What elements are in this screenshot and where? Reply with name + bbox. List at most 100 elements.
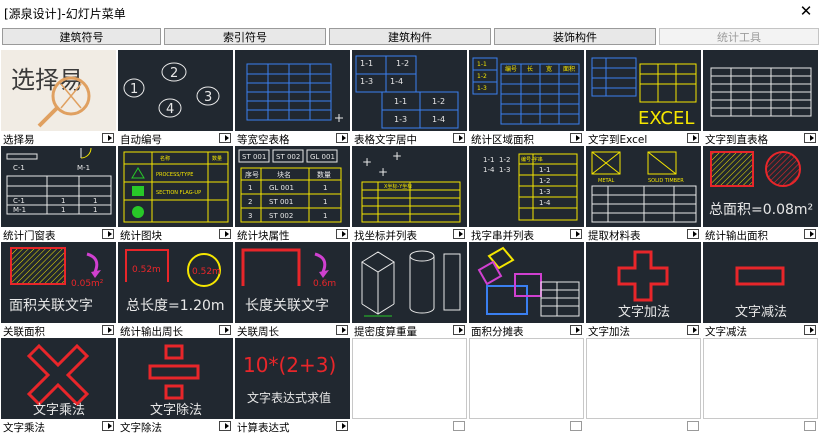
svg-text:+: + bbox=[392, 149, 402, 163]
open-slide-icon[interactable] bbox=[453, 325, 465, 335]
svg-text:3: 3 bbox=[248, 212, 252, 220]
tab-index-symbols[interactable]: 索引符号 bbox=[164, 28, 326, 45]
open-slide-icon[interactable] bbox=[102, 133, 114, 143]
slide-grid: 选择易 选择易 2 1 3 4 自动编号 等宽空表格 1-1 1-2 1-3 1… bbox=[0, 50, 821, 434]
empty-slide bbox=[586, 338, 701, 419]
slide-text-to-table[interactable]: 文字到直表格 bbox=[703, 50, 820, 146]
svg-text:1-4: 1-4 bbox=[432, 115, 445, 124]
open-slide-icon[interactable] bbox=[453, 229, 465, 239]
svg-text:1: 1 bbox=[323, 212, 327, 220]
slide-statistic-area[interactable]: 编号 长 宽 面积 1-1 1-2 1-3 统计区域面积 bbox=[469, 50, 586, 146]
svg-text:0.6m: 0.6m bbox=[313, 279, 336, 289]
slide-area-share[interactable]: 面积分摊表 bbox=[469, 242, 586, 338]
slide-string-list[interactable]: 1-1 1-2 1-4 1-3 编号-字串 1-1 1-2 1-3 1-4 找字… bbox=[469, 146, 586, 242]
svg-text:1: 1 bbox=[323, 184, 327, 192]
slide-text-add[interactable]: 文字加法 文字加法 bbox=[586, 242, 703, 338]
slide-material-table[interactable]: METAL SOLID TIMBER 提取材料表 bbox=[586, 146, 703, 242]
slide-label: 找坐标并列表 bbox=[354, 230, 417, 242]
slide-linked-area[interactable]: 0.05m² 面积关联文字 关联面积 bbox=[1, 242, 118, 338]
svg-text:长: 长 bbox=[527, 65, 533, 73]
slide-equal-width-table[interactable]: 等宽空表格 bbox=[235, 50, 352, 146]
open-slide-icon[interactable] bbox=[570, 229, 582, 239]
svg-text:C-1: C-1 bbox=[13, 197, 25, 205]
slide-label: 文字加法 bbox=[588, 326, 630, 338]
slide-label: 选择易 bbox=[3, 134, 35, 146]
svg-text:SOLID TIMBER: SOLID TIMBER bbox=[648, 178, 684, 184]
open-slide-icon[interactable] bbox=[219, 133, 231, 143]
open-slide-icon[interactable] bbox=[102, 229, 114, 239]
slide-label: 文字到直表格 bbox=[705, 134, 768, 146]
svg-text:面积: 面积 bbox=[563, 65, 575, 73]
svg-text:1-1: 1-1 bbox=[483, 156, 494, 164]
open-slide-icon[interactable] bbox=[687, 229, 699, 239]
slide-empty bbox=[586, 338, 703, 434]
slide-door-window-table[interactable]: C-1 M-1 C-1 M-1 1 1 1 1 统计门窗表 bbox=[1, 146, 118, 242]
slide-label: 关联面积 bbox=[3, 326, 45, 338]
slide-label: 文字减法 bbox=[705, 326, 747, 338]
slide-expression[interactable]: 10*(2+3) 文字表达式求值 计算表达式 bbox=[235, 338, 352, 434]
open-slide-icon[interactable] bbox=[336, 421, 348, 431]
svg-text:宽: 宽 bbox=[546, 65, 552, 73]
svg-text:数量: 数量 bbox=[212, 155, 222, 162]
svg-text:总面积=0.08m²: 总面积=0.08m² bbox=[709, 202, 813, 218]
tab-building-components[interactable]: 建筑构件 bbox=[329, 28, 491, 45]
svg-text:1-3: 1-3 bbox=[360, 77, 373, 86]
svg-text:1-1: 1-1 bbox=[360, 59, 373, 68]
slide-label: 统计区域面积 bbox=[471, 134, 534, 146]
slide-block-attribute[interactable]: ST 001 ST 002 GL 001 序号 块名 数量 1 2 3 GL 0… bbox=[235, 146, 352, 242]
tab-statistics-tools: 统计工具 bbox=[659, 28, 819, 45]
empty-slide bbox=[469, 338, 584, 419]
open-slide-icon[interactable] bbox=[336, 325, 348, 335]
svg-text:SECTION FLAG-UP: SECTION FLAG-UP bbox=[156, 190, 201, 196]
slide-area-output[interactable]: 总面积=0.08m² 统计输出面积 bbox=[703, 146, 820, 242]
open-slide-icon[interactable] bbox=[687, 133, 699, 143]
open-slide-icon[interactable] bbox=[102, 325, 114, 335]
open-slide-icon[interactable] bbox=[687, 325, 699, 335]
blank-slot-icon bbox=[687, 421, 699, 431]
open-slide-icon[interactable] bbox=[219, 325, 231, 335]
slide-select-easy[interactable]: 选择易 选择易 bbox=[1, 50, 118, 146]
material-table-icon: METAL SOLID TIMBER bbox=[586, 146, 701, 227]
svg-text:1-2: 1-2 bbox=[539, 177, 550, 185]
open-slide-icon[interactable] bbox=[336, 133, 348, 143]
multiply-icon: 文字乘法 bbox=[1, 338, 116, 419]
open-slide-icon[interactable] bbox=[336, 229, 348, 239]
slide-text-subtract[interactable]: 文字减法 文字减法 bbox=[703, 242, 820, 338]
slide-empty bbox=[703, 338, 820, 434]
open-slide-icon[interactable] bbox=[453, 133, 465, 143]
svg-text:总长度=1.20m: 总长度=1.20m bbox=[126, 298, 225, 314]
svg-text:面积关联文字: 面积关联文字 bbox=[9, 298, 93, 314]
svg-text:GL 001: GL 001 bbox=[310, 153, 335, 161]
open-slide-icon[interactable] bbox=[219, 229, 231, 239]
open-slide-icon[interactable] bbox=[804, 229, 816, 239]
open-slide-icon[interactable] bbox=[570, 325, 582, 335]
slide-auto-number[interactable]: 2 1 3 4 自动编号 bbox=[118, 50, 235, 146]
slide-text-to-excel[interactable]: EXCEL 文字到Excel bbox=[586, 50, 703, 146]
open-slide-icon[interactable] bbox=[804, 325, 816, 335]
open-slide-icon[interactable] bbox=[570, 133, 582, 143]
slide-linked-length[interactable]: 0.6m 长度关联文字 关联周长 bbox=[235, 242, 352, 338]
block-count-icon: 名称 数量 PROCESS/TYPE SECTION FLAG-UP bbox=[118, 146, 233, 227]
open-slide-icon[interactable] bbox=[804, 133, 816, 143]
svg-text:编号: 编号 bbox=[505, 65, 517, 73]
slide-text-multiply[interactable]: 文字乘法 文字乘法 bbox=[1, 338, 118, 434]
svg-text:2: 2 bbox=[248, 198, 252, 206]
slide-table-text-center[interactable]: 1-1 1-2 1-3 1-4 1-1 1-2 1-3 1-4 表格文字居中 bbox=[352, 50, 469, 146]
slide-text-divide[interactable]: 文字除法 文字除法 bbox=[118, 338, 235, 434]
slide-label: 找字串并列表 bbox=[471, 230, 534, 242]
slide-empty bbox=[469, 338, 586, 434]
tab-decoration-components[interactable]: 装饰构件 bbox=[494, 28, 656, 45]
svg-text:1-2: 1-2 bbox=[396, 59, 409, 68]
slide-coordinate-list[interactable]: + + + X坐标-Y坐标 找坐标并列表 bbox=[352, 146, 469, 242]
open-slide-icon[interactable] bbox=[102, 421, 114, 431]
slide-perimeter-output[interactable]: 0.52m 0.52m 总长度=1.20m 统计输出周长 bbox=[118, 242, 235, 338]
svg-text:1-2: 1-2 bbox=[477, 73, 487, 80]
slide-block-count[interactable]: 名称 数量 PROCESS/TYPE SECTION FLAG-UP 统计图块 bbox=[118, 146, 235, 242]
open-slide-icon[interactable] bbox=[219, 421, 231, 431]
slide-label: 提密度算重量 bbox=[354, 326, 417, 338]
close-icon[interactable]: ✕ bbox=[797, 2, 815, 20]
empty-slide bbox=[703, 338, 818, 419]
slide-density-weight[interactable]: 提密度算重量 bbox=[352, 242, 469, 338]
tab-architectural-symbols[interactable]: 建筑符号 bbox=[2, 28, 161, 45]
svg-text:0.05m²: 0.05m² bbox=[71, 279, 104, 289]
